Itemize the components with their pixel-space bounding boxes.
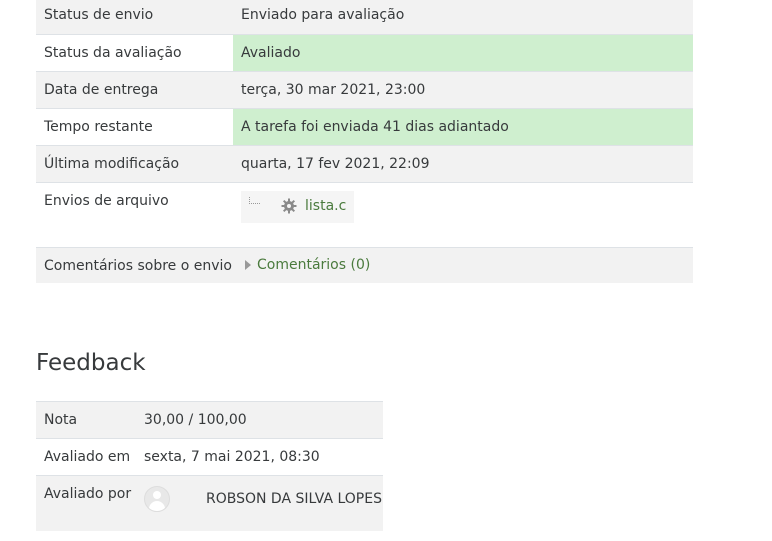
row-value-grade: 30,00 / 100,00 bbox=[136, 401, 383, 439]
grader-info: ROBSON DA SILVA LOPES bbox=[144, 476, 383, 512]
avatar-body bbox=[149, 501, 165, 511]
feedback-table: Nota 30,00 / 100,00 Avaliado em sexta, 7… bbox=[36, 401, 383, 531]
row-value-submission-comments: Comentários (0) bbox=[233, 247, 693, 283]
row-label-graded-by: Avaliado por bbox=[36, 475, 136, 531]
table-row: Avaliado em sexta, 7 mai 2021, 08:30 bbox=[36, 438, 383, 476]
row-label-grading-status: Status da avaliação bbox=[36, 34, 233, 72]
file-link[interactable]: lista.c bbox=[305, 198, 346, 214]
table-row: Tempo restante A tarefa foi enviada 41 d… bbox=[36, 108, 693, 146]
table-row: Nota 30,00 / 100,00 bbox=[36, 401, 383, 439]
row-value-due-date: terça, 30 mar 2021, 23:00 bbox=[233, 71, 693, 109]
table-row: Última modificação quarta, 17 fev 2021, … bbox=[36, 145, 693, 183]
row-value-last-modified: quarta, 17 fev 2021, 22:09 bbox=[233, 145, 693, 183]
row-value-graded-by: ROBSON DA SILVA LOPES bbox=[136, 475, 383, 531]
table-row: Status de envio Enviado para avaliação bbox=[36, 0, 693, 35]
row-value-file-submissions: lista.c bbox=[233, 182, 693, 248]
file-tree: lista.c bbox=[241, 191, 355, 223]
row-label-last-modified: Última modificação bbox=[36, 145, 233, 183]
table-row: Envios de arquivo lista.c bbox=[36, 182, 693, 248]
row-label-submission-comments: Comentários sobre o envio bbox=[36, 247, 233, 283]
feedback-heading: Feedback bbox=[36, 350, 146, 376]
row-label-time-remaining: Tempo restante bbox=[36, 108, 233, 146]
row-value-grading-status: Avaliado bbox=[233, 34, 693, 72]
file-item: lista.c bbox=[249, 197, 346, 215]
avatar-head bbox=[153, 491, 161, 499]
comments-toggle-link[interactable]: Comentários (0) bbox=[241, 257, 370, 273]
table-row: Avaliado por ROBSON DA SILVA LOPES bbox=[36, 475, 383, 531]
row-value-graded-on: sexta, 7 mai 2021, 08:30 bbox=[136, 438, 383, 476]
table-row: Comentários sobre o envio Comentários (0… bbox=[36, 247, 693, 283]
comments-link-label: Comentários (0) bbox=[257, 257, 371, 273]
row-label-submission-status: Status de envio bbox=[36, 0, 233, 35]
row-label-file-submissions: Envios de arquivo bbox=[36, 182, 233, 248]
row-value-submission-status: Enviado para avaliação bbox=[233, 0, 693, 35]
caret-right-icon bbox=[245, 260, 251, 270]
row-label-graded-on: Avaliado em bbox=[36, 438, 136, 476]
user-avatar-icon bbox=[144, 486, 170, 512]
table-row: Status da avaliação Avaliado bbox=[36, 34, 693, 72]
row-label-grade: Nota bbox=[36, 401, 136, 439]
gear-icon bbox=[281, 198, 297, 214]
row-label-due-date: Data de entrega bbox=[36, 71, 233, 109]
table-row: Data de entrega terça, 30 mar 2021, 23:0… bbox=[36, 71, 693, 109]
row-value-time-remaining: A tarefa foi enviada 41 dias adiantado bbox=[233, 108, 693, 146]
submission-status-table: Status de envio Enviado para avaliação S… bbox=[36, 0, 693, 283]
grader-name: ROBSON DA SILVA LOPES bbox=[206, 491, 382, 507]
tree-connector bbox=[249, 197, 260, 204]
